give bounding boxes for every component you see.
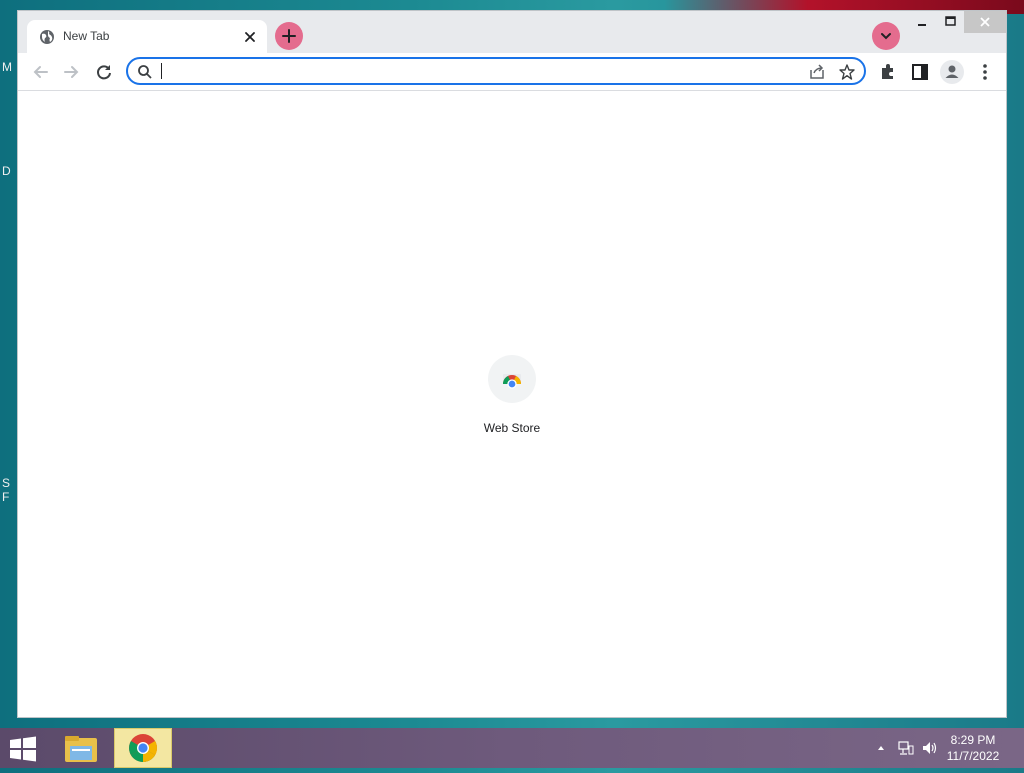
chrome-web-store-icon <box>503 374 521 389</box>
new-tab-button[interactable] <box>275 22 303 50</box>
windows-start-icon[interactable] <box>8 736 38 762</box>
show-hidden-icons-chevron-icon[interactable] <box>876 740 886 756</box>
plus-icon <box>282 29 296 43</box>
text-caret <box>161 63 162 79</box>
clock-date: 11/7/2022 <box>946 749 1000 763</box>
tab-new-tab[interactable]: New Tab <box>27 20 267 53</box>
more-menu-icon[interactable] <box>974 61 996 83</box>
address-input[interactable] <box>164 61 764 81</box>
share-icon[interactable] <box>808 63 826 81</box>
maximize-icon <box>945 16 956 26</box>
address-bar[interactable] <box>126 57 866 85</box>
file-explorer-icon <box>65 736 97 762</box>
close-icon <box>980 17 990 27</box>
browser-window: New Tab Web Store <box>17 10 1007 718</box>
close-window-button[interactable] <box>964 11 1006 33</box>
network-icon[interactable] <box>898 740 914 756</box>
taskbar-chrome[interactable] <box>114 728 172 768</box>
maximize-button[interactable] <box>936 11 964 33</box>
minimize-button[interactable] <box>908 11 936 33</box>
close-tab-icon[interactable] <box>241 28 259 46</box>
tab-strip: New Tab <box>18 11 1006 53</box>
back-arrow-icon[interactable] <box>30 61 52 83</box>
toolbar <box>18 53 1006 91</box>
search-icon <box>138 65 152 79</box>
shortcut-label[interactable]: Web Store <box>448 421 576 435</box>
desktop-icon-label[interactable]: F <box>2 490 9 504</box>
taskbar-file-explorer[interactable] <box>52 728 110 768</box>
shortcut-web-store[interactable] <box>488 355 536 403</box>
volume-icon[interactable] <box>921 740 939 756</box>
taskbar-clock[interactable]: 8:29 PM 11/7/2022 <box>938 732 1008 764</box>
desktop-icon-label[interactable]: S <box>2 476 10 490</box>
forward-arrow-icon[interactable] <box>60 61 82 83</box>
desktop-icon-label[interactable]: D <box>2 164 11 178</box>
clock-time: 8:29 PM <box>950 733 996 747</box>
desktop-icon-label[interactable]: M <box>2 60 12 74</box>
tab-search-button[interactable] <box>872 22 900 50</box>
taskbar: 8:29 PM 11/7/2022 <box>0 728 1024 768</box>
chrome-icon <box>129 734 157 762</box>
reload-icon[interactable] <box>93 61 115 83</box>
new-tab-page: Web Store <box>18 91 1006 717</box>
globe-icon <box>40 30 54 44</box>
chevron-down-icon <box>881 33 891 40</box>
minimize-icon <box>918 24 926 26</box>
profile-avatar[interactable] <box>940 60 964 84</box>
tab-title: New Tab <box>63 29 110 43</box>
side-panel-icon[interactable] <box>909 61 931 83</box>
bookmark-star-icon[interactable] <box>838 63 856 81</box>
extensions-puzzle-icon[interactable] <box>877 61 899 83</box>
person-icon <box>945 65 959 78</box>
